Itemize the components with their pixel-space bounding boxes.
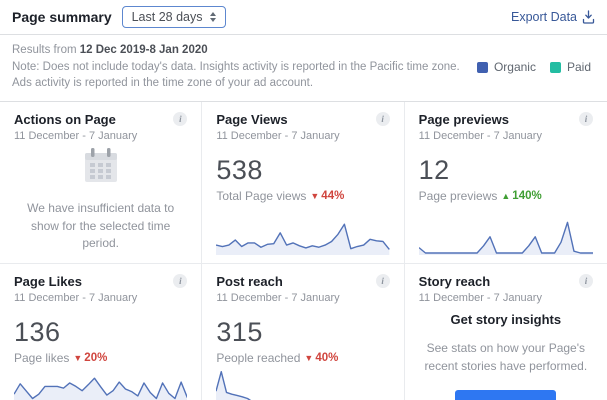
card-page-likes[interactable]: Page Likes i 11 December - 7 January 136…	[0, 264, 202, 400]
top-bar: Page summary Last 28 days Export Data	[0, 0, 607, 34]
download-icon	[582, 10, 595, 24]
legend-organic-label: Organic	[494, 60, 536, 74]
card-title: Story reach	[419, 274, 491, 289]
results-range: 12 Dec 2019-8 Jan 2020	[80, 44, 208, 56]
learn-more-button[interactable]: Learn More	[455, 390, 556, 400]
trend-badge: ▼44%	[310, 190, 344, 202]
card-date-range: 11 December - 7 January	[216, 292, 389, 304]
card-page-previews[interactable]: Page previews i 11 December - 7 January …	[405, 102, 607, 264]
card-post-reach[interactable]: Post reach i 11 December - 7 January 315…	[202, 264, 404, 400]
trend-arrow-icon: ▼	[310, 191, 319, 201]
results-prefix: Results from	[12, 44, 77, 56]
paid-swatch-icon	[550, 62, 561, 73]
post-reach-value: 315	[216, 317, 389, 348]
page-previews-value: 12	[419, 155, 593, 186]
card-title: Post reach	[216, 274, 282, 289]
date-range-dropdown-label: Last 28 days	[132, 10, 203, 24]
insufficient-data-text: We have insufficient data to show for th…	[14, 200, 187, 252]
metric-label: People reached	[216, 351, 300, 365]
page-title: Page summary	[12, 9, 112, 25]
page-likes-value: 136	[14, 317, 187, 348]
export-data-button[interactable]: Export Data	[511, 10, 595, 24]
calendar-icon	[79, 144, 123, 188]
card-title: Page previews	[419, 112, 509, 127]
trend-value: 44%	[321, 190, 344, 202]
post-reach-sparkline	[216, 365, 389, 400]
page-views-value: 538	[216, 155, 389, 186]
organic-swatch-icon	[477, 62, 488, 73]
trend-value: 20%	[84, 352, 107, 364]
story-insights-title: Get story insights	[451, 312, 562, 327]
chevron-updown-icon	[210, 12, 216, 22]
legend-item-paid: Paid	[550, 60, 591, 74]
trend-badge: ▼40%	[304, 352, 338, 364]
meta-row: Results from 12 Dec 2019-8 Jan 2020 Note…	[0, 35, 607, 101]
chart-legend: Organic Paid	[477, 60, 595, 74]
summary-cards-grid: Actions on Page i 11 December - 7 Januar…	[0, 102, 607, 400]
metric-label: Total Page views	[216, 189, 306, 203]
card-date-range: 11 December - 7 January	[14, 292, 187, 304]
card-page-views[interactable]: Page Views i 11 December - 7 January 538…	[202, 102, 404, 264]
card-title: Page Views	[216, 112, 287, 127]
page-previews-sparkline	[419, 215, 593, 255]
info-icon[interactable]: i	[579, 112, 593, 126]
metric-label: Page likes	[14, 351, 69, 365]
legend-paid-label: Paid	[567, 60, 591, 74]
info-icon[interactable]: i	[173, 274, 187, 288]
trend-value: 40%	[315, 352, 338, 364]
info-icon[interactable]: i	[376, 112, 390, 126]
card-date-range: 11 December - 7 January	[419, 292, 593, 304]
card-title: Actions on Page	[14, 112, 116, 127]
legend-item-organic: Organic	[477, 60, 536, 74]
trend-badge: ▼20%	[73, 352, 107, 364]
info-icon[interactable]: i	[376, 274, 390, 288]
trend-value: 140%	[512, 190, 541, 202]
export-data-label: Export Data	[511, 10, 577, 24]
note-text: Note: Does not include today's data. Ins…	[12, 61, 460, 90]
info-icon[interactable]: i	[579, 274, 593, 288]
info-icon[interactable]: i	[173, 112, 187, 126]
card-story-reach[interactable]: Story reach i 11 December - 7 January Ge…	[405, 264, 607, 400]
card-actions-on-page[interactable]: Actions on Page i 11 December - 7 Januar…	[0, 102, 202, 264]
card-date-range: 11 December - 7 January	[419, 130, 593, 142]
results-note: Results from 12 Dec 2019-8 Jan 2020 Note…	[12, 42, 477, 92]
trend-arrow-icon: ▼	[73, 353, 82, 363]
trend-arrow-icon: ▼	[304, 353, 313, 363]
metric-label: Page previews	[419, 189, 498, 203]
trend-badge: ▲140%	[501, 190, 541, 202]
card-title: Page Likes	[14, 274, 82, 289]
trend-arrow-icon: ▲	[501, 191, 510, 201]
date-range-dropdown[interactable]: Last 28 days	[122, 6, 226, 28]
page-likes-sparkline	[14, 365, 187, 400]
story-insights-text: See stats on how your Page's recent stor…	[419, 339, 593, 375]
card-date-range: 11 December - 7 January	[14, 130, 187, 142]
page-views-sparkline	[216, 215, 389, 255]
card-date-range: 11 December - 7 January	[216, 130, 389, 142]
